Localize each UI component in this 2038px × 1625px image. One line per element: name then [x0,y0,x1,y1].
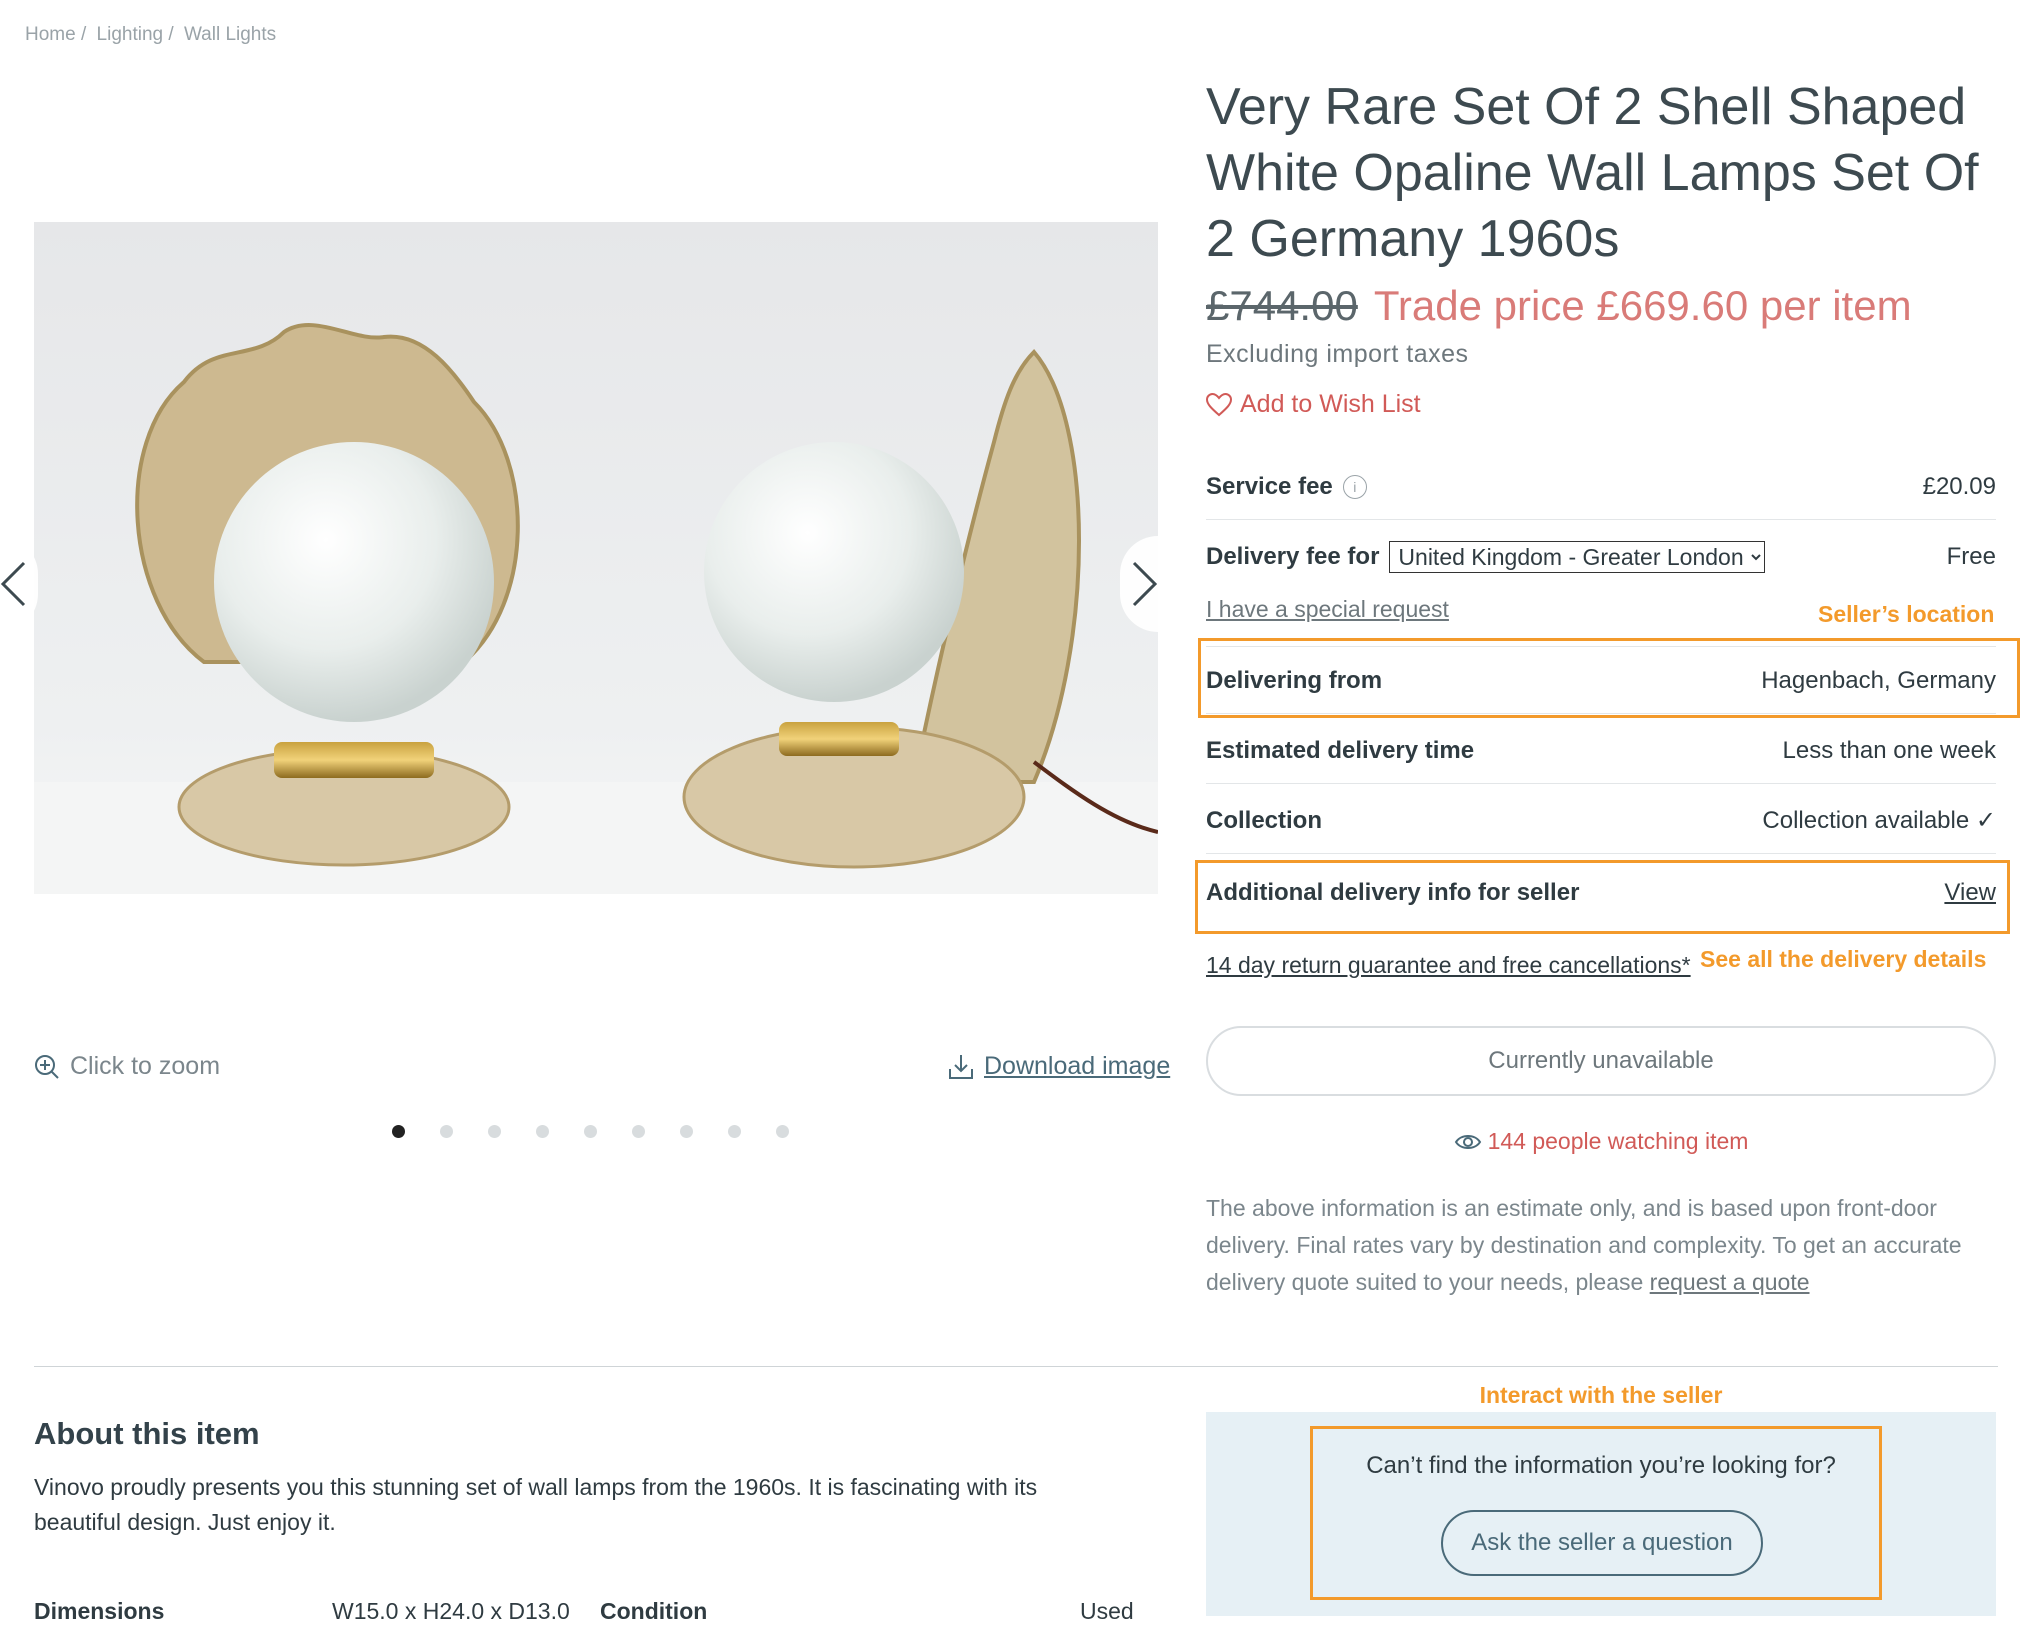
service-fee-value: £20.09 [1922,472,1996,500]
pagination-dot[interactable] [728,1125,741,1138]
download-image-link[interactable]: Download image [948,1052,1170,1081]
section-divider [34,1366,1998,1367]
watching-label: 144 people watching item [1487,1128,1749,1154]
pagination-dot[interactable] [440,1125,453,1138]
condition-value: Used [1080,1598,1134,1624]
request-quote-link[interactable]: request a quote [1650,1269,1810,1295]
zoom-label: Click to zoom [70,1052,221,1080]
service-fee-label: Service fee [1206,472,1333,500]
currently-unavailable-button[interactable]: Currently unavailable [1206,1026,1996,1096]
delivery-fee-value: Free [1946,543,1996,570]
original-price: £744.00 [1206,282,1358,329]
collection-label: Collection [1206,806,1323,834]
annotation-box-seller-location [1198,638,2020,718]
breadcrumb: Home / Lighting / Wall Lights [25,24,281,46]
ask-seller-prompt: Can’t find the information you’re lookin… [1366,1452,1836,1479]
disclaimer-text: The above information is an estimate onl… [1206,1195,1962,1295]
about-description: Vinovo proudly presents you this stunnin… [34,1474,1038,1535]
download-icon [949,1054,973,1079]
delivery-fee-label: Delivery fee for [1206,543,1380,570]
image-pagination [392,1125,789,1138]
delivery-fee-row: Delivery fee for United Kingdom - Greate… [1206,524,1996,590]
trade-price: Trade price £669.60 per item [1373,282,1912,329]
collection-value: Collection available ✓ [1762,807,1996,834]
delivery-disclaimer: The above information is an estimate onl… [1206,1190,1996,1301]
estimated-delivery-row: Estimated delivery time Less than one we… [1206,718,1996,784]
annotation-delivery-details: See all the delivery details [1700,946,1987,972]
info-icon[interactable]: i [1342,474,1367,499]
chevron-left-icon [0,561,26,607]
wishlist-label: Add to Wish List [1240,390,1421,418]
heart-icon [1206,392,1232,416]
dimensions-label: Dimensions [34,1598,165,1624]
service-fee-row: Service fee i £20.09 [1206,454,1996,520]
pagination-dot[interactable] [488,1125,501,1138]
product-title: Very Rare Set Of 2 Shell Shaped White Op… [1206,78,1979,268]
breadcrumb-home[interactable]: Home / [25,24,86,45]
estimated-delivery-label: Estimated delivery time [1206,736,1475,764]
next-image-button[interactable] [1120,536,1196,632]
download-label: Download image [984,1052,1171,1080]
special-request-link[interactable]: I have a special request [1206,596,1449,623]
dimensions-value: W15.0 x H24.0 x D13.0 [332,1598,570,1624]
price-row: £744.00 Trade price £669.60 per item [1206,282,1912,330]
estimated-delivery-value: Less than one week [1782,736,1996,764]
breadcrumb-wall-lights[interactable]: Wall Lights [184,24,276,45]
annotation-interact-seller: Interact with the seller [1479,1382,1723,1408]
ask-seller-button[interactable]: Ask the seller a question [1441,1510,1763,1576]
pagination-dot[interactable] [584,1125,597,1138]
return-guarantee-link[interactable]: 14 day return guarantee and free cancell… [1206,952,1691,979]
chevron-right-icon [1132,561,1158,607]
watching-count: 144 people watching item [1206,1128,1996,1155]
annotation-box-delivery-info [1195,860,2010,934]
product-image[interactable] [34,222,1158,894]
delivery-country-select[interactable]: United Kingdom - Greater London [1389,541,1766,573]
breadcrumb-lighting[interactable]: Lighting / [97,24,174,45]
eye-icon [1454,1134,1481,1149]
add-to-wishlist-button[interactable]: Add to Wish List [1206,390,1421,419]
annotation-seller-location: Seller’s location [1818,601,1995,627]
zoom-in-icon [35,1054,59,1079]
pagination-dot[interactable] [776,1125,789,1138]
condition-label: Condition [600,1598,708,1624]
click-to-zoom[interactable]: Click to zoom [34,1052,220,1081]
pagination-dot[interactable] [632,1125,645,1138]
pagination-dot[interactable] [392,1125,405,1138]
previous-image-button[interactable] [0,536,38,632]
pagination-dot[interactable] [680,1125,693,1138]
pagination-dot[interactable] [536,1125,549,1138]
collection-row: Collection Collection available ✓ [1206,788,1996,854]
about-title: About this item [34,1416,260,1451]
tax-note: Excluding import taxes [1206,340,1469,368]
